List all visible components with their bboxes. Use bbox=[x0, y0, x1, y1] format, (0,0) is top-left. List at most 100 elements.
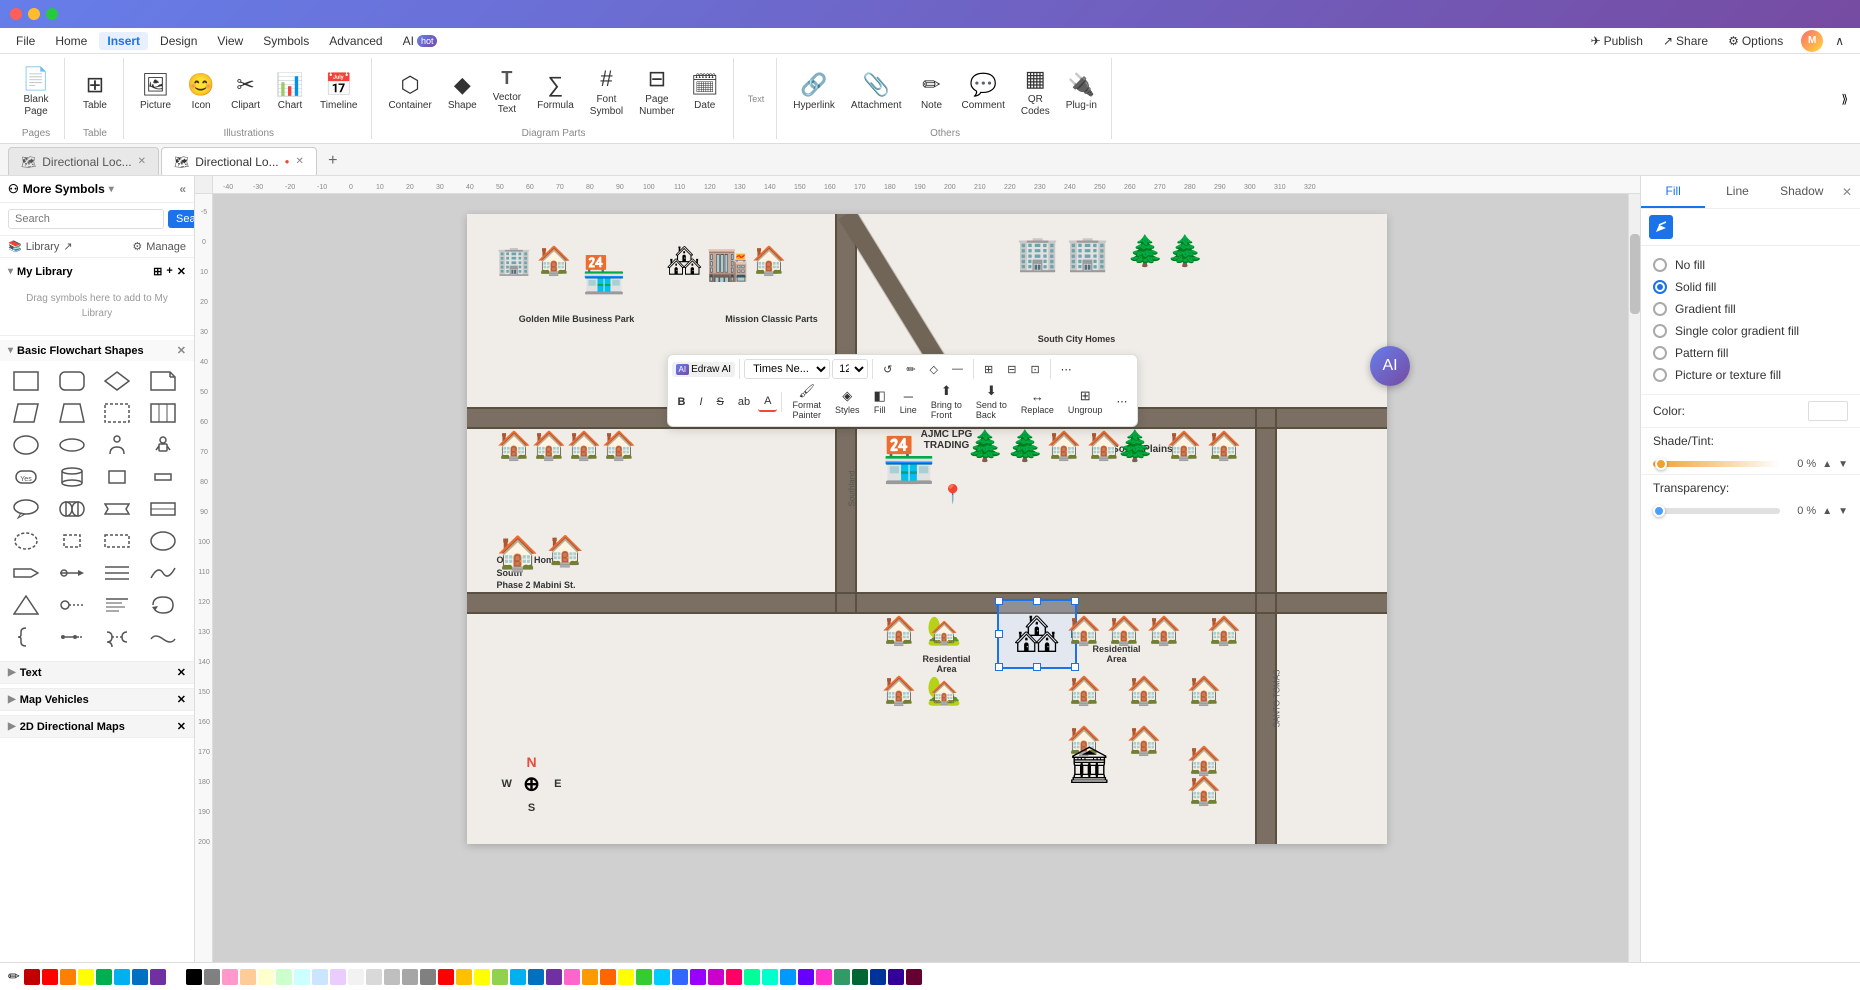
shape-narrow-rect[interactable] bbox=[145, 463, 181, 491]
clipart-btn[interactable]: ✂ Clipart bbox=[225, 68, 266, 116]
flowchart-close-icon[interactable]: ✕ bbox=[177, 344, 186, 357]
formula-btn[interactable]: ∑ Formula bbox=[531, 68, 580, 116]
shape-person[interactable] bbox=[99, 431, 135, 459]
tab-1-close[interactable]: ✕ bbox=[295, 156, 303, 167]
bold-btn[interactable]: B bbox=[672, 393, 692, 411]
color-swatch-26[interactable] bbox=[492, 969, 508, 985]
shape-small-dot-rect[interactable] bbox=[54, 527, 90, 555]
page-number-btn[interactable]: ⊟ PageNumber bbox=[633, 62, 681, 122]
qr-codes-btn[interactable]: ▦ QRCodes bbox=[1015, 62, 1056, 122]
vertical-scrollbar[interactable] bbox=[1628, 194, 1640, 962]
bring-front-btn[interactable]: ⬆ Bring toFront bbox=[925, 381, 968, 422]
shape-arrow-flow[interactable] bbox=[54, 559, 90, 587]
diamond-btn[interactable]: ◇ bbox=[924, 360, 944, 379]
comment-btn[interactable]: 💬 Comment bbox=[956, 68, 1011, 116]
color-swatch-41[interactable] bbox=[762, 969, 778, 985]
vector-text-btn[interactable]: T VectorText bbox=[487, 64, 527, 120]
map-vehicles-header[interactable]: ▶ Map Vehicles ✕ bbox=[0, 688, 194, 711]
send-back-btn[interactable]: ⬇ Send toBack bbox=[970, 381, 1013, 422]
color-swatch-7[interactable] bbox=[150, 969, 166, 985]
container-btn[interactable]: ⬡ Container bbox=[382, 68, 437, 116]
transparency-slider[interactable] bbox=[1653, 508, 1780, 514]
ribbon-collapse-btn[interactable]: ⟫ bbox=[1837, 58, 1852, 139]
diagram-canvas[interactable]: Golden Mile Business Park Mission Classi… bbox=[467, 214, 1387, 844]
shape-trapezoid[interactable] bbox=[54, 399, 90, 427]
scroll-thumb[interactable] bbox=[1630, 234, 1640, 314]
directional-maps-close[interactable]: ✕ bbox=[177, 720, 186, 733]
fill-btn[interactable]: ◧ Fill bbox=[868, 386, 892, 417]
transparency-down-btn[interactable]: ▼ bbox=[1838, 506, 1848, 517]
expand-btn[interactable]: ⋯ bbox=[1110, 392, 1133, 411]
edraw-ai-float-btn[interactable]: AI bbox=[1370, 346, 1410, 386]
color-swatch-27[interactable] bbox=[510, 969, 526, 985]
color-swatch-32[interactable] bbox=[600, 969, 616, 985]
color-swatch-2[interactable] bbox=[60, 969, 76, 985]
color-swatch-46[interactable] bbox=[852, 969, 868, 985]
text-section-header[interactable]: ▶ Text ✕ bbox=[0, 661, 194, 684]
icon-btn[interactable]: 😊 Icon bbox=[181, 68, 221, 116]
color-swatch-15[interactable] bbox=[294, 969, 310, 985]
tab-0[interactable]: 🗺 Directional Loc... ✕ bbox=[8, 147, 159, 175]
color-swatch-29[interactable] bbox=[546, 969, 562, 985]
shape-note[interactable] bbox=[145, 367, 181, 395]
replace-btn[interactable]: ↔ Replace bbox=[1015, 387, 1060, 417]
shape-text-lines[interactable] bbox=[99, 591, 135, 619]
font-color-btn[interactable]: A bbox=[758, 392, 777, 412]
sidebar-collapse-btn[interactable]: « bbox=[179, 182, 186, 196]
color-swatch-6[interactable] bbox=[132, 969, 148, 985]
color-swatch-37[interactable] bbox=[690, 969, 706, 985]
directional-maps-header[interactable]: ▶ 2D Directional Maps ✕ bbox=[0, 715, 194, 738]
solid-fill-radio[interactable] bbox=[1653, 280, 1667, 294]
shape-large-circle[interactable] bbox=[145, 527, 181, 555]
color-swatch-8[interactable] bbox=[168, 969, 184, 985]
picture-btn[interactable]: 🖼 Picture bbox=[134, 68, 177, 116]
color-swatch-23[interactable] bbox=[438, 969, 454, 985]
color-swatch-31[interactable] bbox=[582, 969, 598, 985]
color-swatch-1[interactable] bbox=[42, 969, 58, 985]
shape-parallelogram[interactable] bbox=[8, 399, 44, 427]
manage-btn[interactable]: ⚙ Manage bbox=[132, 240, 186, 253]
color-swatch-12[interactable] bbox=[240, 969, 256, 985]
align-btn[interactable]: ⊞ bbox=[978, 360, 999, 379]
search-input[interactable] bbox=[8, 209, 164, 229]
shape-arrow-process[interactable] bbox=[8, 559, 44, 587]
color-swatch-9[interactable] bbox=[186, 969, 202, 985]
menu-design[interactable]: Design bbox=[152, 32, 205, 50]
size-select[interactable]: 12 bbox=[832, 359, 868, 379]
menu-ai[interactable]: AI hot bbox=[395, 32, 446, 50]
color-swatch-10[interactable] bbox=[204, 969, 220, 985]
shape-yes-btn[interactable]: Yes bbox=[8, 463, 44, 491]
color-swatch-18[interactable] bbox=[348, 969, 364, 985]
shape-small-rect[interactable] bbox=[99, 463, 135, 491]
color-swatch-43[interactable] bbox=[798, 969, 814, 985]
color-swatch-13[interactable] bbox=[258, 969, 274, 985]
shape-bars[interactable] bbox=[145, 399, 181, 427]
rotate-btn[interactable]: ↺ bbox=[877, 360, 898, 379]
styles-btn[interactable]: ◈ Styles bbox=[829, 386, 866, 417]
chart-btn[interactable]: 📊 Chart bbox=[270, 68, 310, 116]
shape-banner[interactable] bbox=[99, 495, 135, 523]
my-library-close-icon[interactable]: ✕ bbox=[177, 265, 186, 278]
shade-down-btn[interactable]: ▼ bbox=[1838, 459, 1848, 470]
shape-lines-btn[interactable] bbox=[99, 559, 135, 587]
shape-dotted-circle[interactable] bbox=[8, 527, 44, 555]
shape-actor[interactable] bbox=[145, 431, 181, 459]
color-swatch-35[interactable] bbox=[654, 969, 670, 985]
color-swatch-38[interactable] bbox=[708, 969, 724, 985]
strikethrough-btn[interactable]: S bbox=[711, 393, 730, 411]
options-btn[interactable]: ⚙ Options bbox=[1720, 32, 1791, 50]
my-library-header[interactable]: ▾ My Library ⊞ + ✕ bbox=[8, 262, 186, 281]
menu-symbols[interactable]: Symbols bbox=[255, 32, 317, 50]
tab-add-btn[interactable]: + bbox=[319, 147, 347, 175]
color-swatch-34[interactable] bbox=[636, 969, 652, 985]
underline-ab-btn[interactable]: ab bbox=[732, 393, 756, 411]
map-vehicles-close[interactable]: ✕ bbox=[177, 693, 186, 706]
color-swatch-44[interactable] bbox=[816, 969, 832, 985]
fill-tab[interactable]: Fill bbox=[1641, 176, 1705, 208]
menu-file[interactable]: File bbox=[8, 32, 43, 50]
my-library-add-icon[interactable]: + bbox=[166, 265, 172, 278]
color-swatch-33[interactable] bbox=[618, 969, 634, 985]
note-btn[interactable]: ✏ Note bbox=[912, 68, 952, 116]
color-swatch-22[interactable] bbox=[420, 969, 436, 985]
shape-speech-bubble[interactable] bbox=[8, 495, 44, 523]
